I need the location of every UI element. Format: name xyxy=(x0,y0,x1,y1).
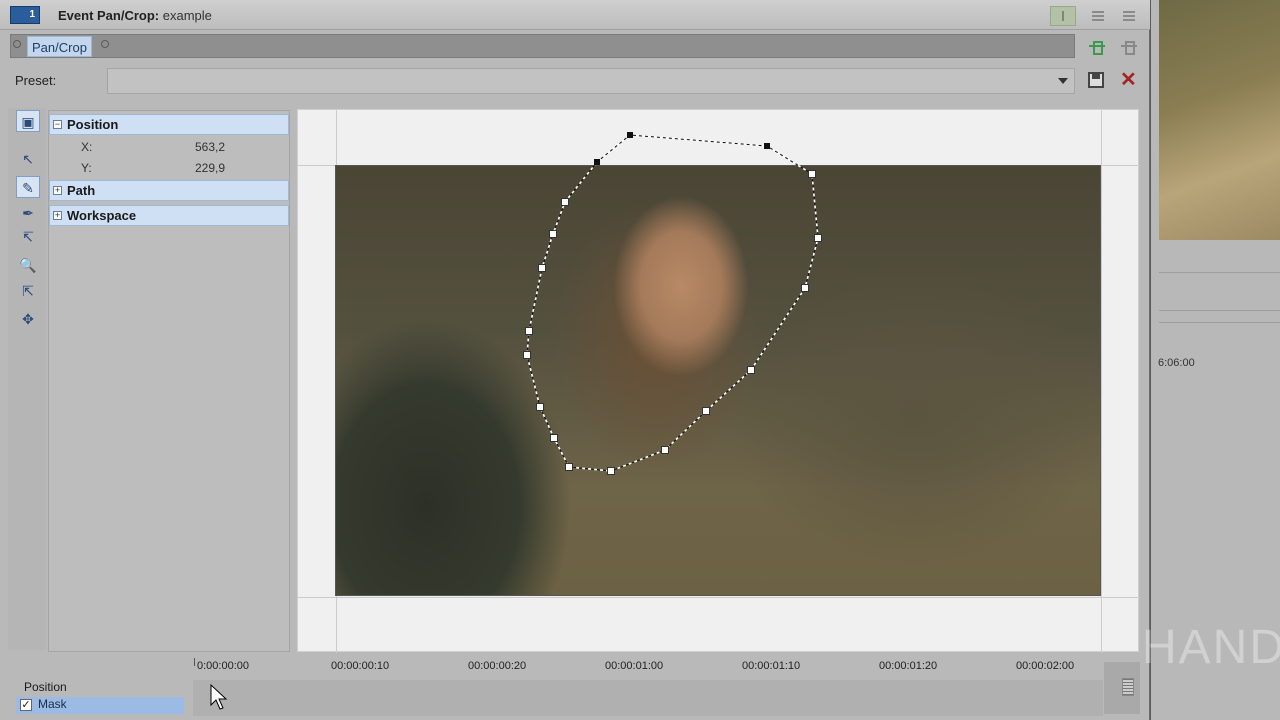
normal-edit-tool-icon[interactable]: ▣ xyxy=(16,110,40,132)
background-video-thumbnail xyxy=(1159,0,1280,240)
ruler-tick xyxy=(194,658,195,666)
track-mask[interactable]: ✓ Mask xyxy=(16,697,184,714)
chain-start-icon xyxy=(13,40,21,48)
property-row-y: Y: 229,9 xyxy=(49,158,289,178)
window-title-label: Event Pan/Crop: xyxy=(58,8,160,23)
ruler-label: 00:00:02:00 xyxy=(1016,660,1075,672)
title-bar: 1 Event Pan/Crop: example xyxy=(0,0,1150,30)
track-position[interactable]: Position xyxy=(16,680,184,697)
scroll-thumb[interactable] xyxy=(1122,678,1134,696)
category-workspace-label: Workspace xyxy=(67,208,137,223)
delete-preset-icon[interactable]: ✕ xyxy=(1120,70,1138,90)
ruler-label: 00:00:01:20 xyxy=(879,660,938,672)
y-value-field[interactable]: 229,9 xyxy=(195,161,225,175)
sync-cursor-button[interactable] xyxy=(1050,6,1076,26)
ruler-label: 00:00:00:20 xyxy=(468,660,527,672)
category-position-label: Position xyxy=(67,117,119,132)
window-title-event: example xyxy=(162,8,212,23)
list-icon xyxy=(1092,11,1104,22)
tab-pan-crop[interactable]: Pan/Crop xyxy=(27,36,92,57)
category-path[interactable]: + Path xyxy=(49,180,289,201)
divider xyxy=(1159,310,1280,311)
mask-checkbox[interactable]: ✓ xyxy=(20,699,32,711)
category-path-label: Path xyxy=(67,183,96,198)
pointer-tool-icon[interactable]: ↖ xyxy=(16,148,40,170)
track-position-label: Position xyxy=(24,680,67,694)
guide-line xyxy=(298,597,1140,598)
x-value-field[interactable]: 563,2 xyxy=(195,140,225,154)
timeline-scroll-area xyxy=(1104,662,1140,714)
video-frame[interactable] xyxy=(335,165,1101,596)
chevron-down-icon xyxy=(1058,78,1068,84)
window-badge-number: 1 xyxy=(29,9,35,20)
plugin-chain-icon[interactable] xyxy=(1086,38,1108,55)
preset-dropdown[interactable] xyxy=(107,68,1075,94)
ruler-label: 00:00:01:10 xyxy=(742,660,801,672)
guide-line xyxy=(1101,110,1102,653)
timeline-ruler[interactable]: 0:00:00:00 00:00:00:10 00:00:00:20 00:00… xyxy=(193,658,1123,678)
preset-label: Preset: xyxy=(15,73,57,88)
x-label: X: xyxy=(81,140,93,154)
remove-plugin-icon[interactable] xyxy=(1118,38,1140,55)
grid-icon xyxy=(1123,11,1135,22)
tool-column: ▣ ↖ ✎ ✒ ↸ 🔍 ⇱ ✥ xyxy=(8,108,46,650)
divider xyxy=(1159,272,1280,273)
zoom-tool-icon[interactable]: 🔍 xyxy=(16,254,40,276)
grid-view-button[interactable] xyxy=(1116,6,1142,26)
keyframe-track-area[interactable] xyxy=(193,680,1103,716)
property-row-x: X: 563,2 xyxy=(49,137,289,157)
divider xyxy=(1159,322,1280,323)
collapse-icon[interactable]: − xyxy=(53,120,62,129)
keyframe-track-list: Position ✓ Mask xyxy=(16,680,184,716)
split-tool-icon[interactable]: ↸ xyxy=(16,226,40,248)
list-view-button[interactable] xyxy=(1085,6,1111,26)
category-position[interactable]: − Position xyxy=(49,114,289,135)
ruler-label: 00:00:00:10 xyxy=(331,660,390,672)
window-app-icon: 1 xyxy=(10,6,40,24)
anchor-creation-tool-icon[interactable]: ✎ xyxy=(16,176,40,198)
y-label: Y: xyxy=(81,161,92,175)
chain-end-icon xyxy=(101,40,109,48)
properties-panel: − Position X: 563,2 Y: 229,9 + Path + Wo… xyxy=(48,110,290,652)
pen-tool-icon[interactable]: ✒ xyxy=(16,202,40,224)
pan-crop-window: 1 Event Pan/Crop: example Pan/Crop Prese… xyxy=(0,0,1150,720)
category-workspace[interactable]: + Workspace xyxy=(49,205,289,226)
expand-icon[interactable]: + xyxy=(53,186,62,195)
ruler-label: 00:00:01:00 xyxy=(605,660,664,672)
track-mask-label: Mask xyxy=(38,697,67,711)
plugin-chain-bar: Pan/Crop xyxy=(10,34,1075,58)
window-title: Event Pan/Crop: example xyxy=(58,8,212,23)
save-preset-icon[interactable] xyxy=(1088,72,1104,88)
move-tool-icon[interactable]: ✥ xyxy=(16,308,40,330)
background-time-label: 6:06:00 xyxy=(1158,357,1195,369)
ruler-label: 0:00:00:00 xyxy=(197,660,249,672)
expand-icon[interactable]: + xyxy=(53,211,62,220)
mask-select-tool-icon[interactable]: ⇱ xyxy=(16,280,40,302)
watermark: HANDI xyxy=(1142,621,1280,674)
app-root: 1 Event Pan/Crop: example Pan/Crop Prese… xyxy=(0,0,1280,720)
